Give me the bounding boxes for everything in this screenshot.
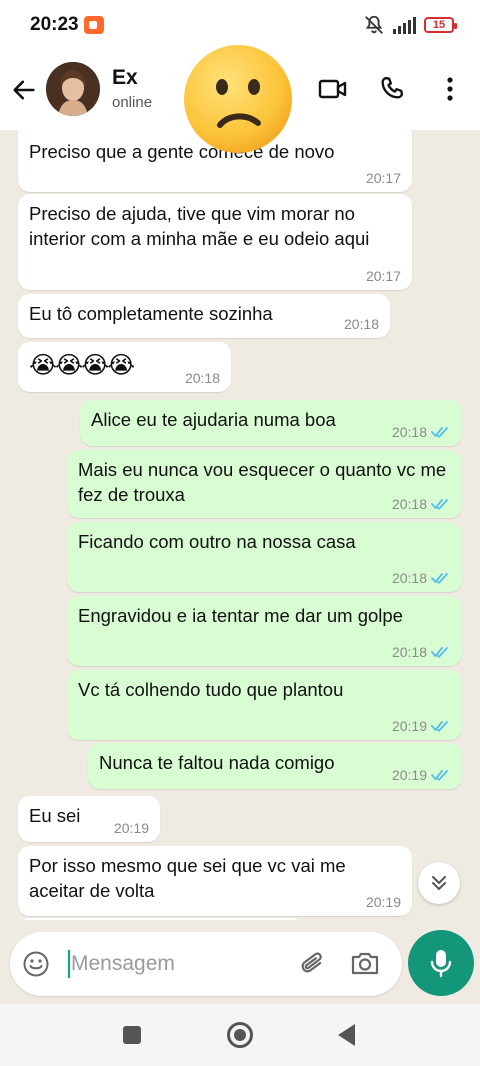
message-meta: 20:19 <box>114 820 149 836</box>
message-time: 20:17 <box>365 170 401 186</box>
message-incoming[interactable]: 😭😭😭😭 20:18 <box>18 342 231 392</box>
message-text: Preciso de ajuda, tive que vim morar no … <box>29 203 370 249</box>
message-incoming[interactable]: Eu sei 20:19 <box>18 796 160 842</box>
message-outgoing[interactable]: Engravidou e ia tentar me dar um golpe 2… <box>67 596 462 666</box>
message-outgoing[interactable]: Vc tá colhendo tudo que plantou 20:19 <box>67 670 462 740</box>
read-ticks-icon <box>431 647 448 658</box>
message-meta: 20:18 <box>392 644 451 660</box>
message-input[interactable]: Mensagem <box>71 952 175 976</box>
message-text: Engravidou e ia tentar me dar um golpe <box>78 605 403 626</box>
message-time: 20:19 <box>391 718 427 734</box>
read-ticks-icon <box>431 499 448 510</box>
message-outgoing[interactable]: Nunca te faltou nada comigo 20:19 <box>88 743 462 789</box>
arrow-left-icon[interactable] <box>10 76 38 104</box>
message-meta: 20:17 <box>366 268 401 284</box>
avatar[interactable] <box>46 62 100 116</box>
avatar-portrait <box>46 62 100 116</box>
message-meta: 20:19 <box>392 718 451 734</box>
message-outgoing[interactable]: Alice eu te ajudaria numa boa 20:18 <box>80 400 462 446</box>
message-meta: 20:18 <box>344 316 379 332</box>
message-outgoing[interactable]: Ficando com outro na nossa casa 20:18 <box>67 522 462 592</box>
message-text: Por isso mesmo que sei que vc vai me ace… <box>29 855 351 901</box>
message-time: 20:18 <box>391 644 427 660</box>
read-ticks-icon <box>431 721 448 732</box>
paperclip-icon[interactable] <box>298 948 328 980</box>
message-time: 20:19 <box>365 894 401 910</box>
read-ticks-icon <box>431 770 448 781</box>
video-call-icon[interactable] <box>318 76 348 102</box>
confused-face-emoji <box>184 45 292 153</box>
scroll-to-bottom-button[interactable] <box>418 862 460 904</box>
contact-status: online <box>112 94 153 111</box>
message-list[interactable]: Preciso que a gente comece de novo 20:17… <box>0 130 480 920</box>
message-time: 20:19 <box>391 767 427 783</box>
contact-name[interactable]: Ex <box>112 66 138 90</box>
message-meta: 20:18 <box>392 424 451 440</box>
message-time: 20:19 <box>113 820 149 836</box>
mic-button[interactable] <box>408 930 474 996</box>
status-indicators: 15 <box>363 14 457 36</box>
phone-icon[interactable] <box>378 74 406 102</box>
emoji-icon[interactable] <box>22 950 50 978</box>
read-ticks-icon <box>431 573 448 584</box>
message-text: Eu tô completamente sozinha <box>29 303 273 324</box>
message-meta: 20:18 <box>185 370 220 386</box>
battery-icon: 15 <box>424 17 457 33</box>
home-button[interactable] <box>227 1022 253 1048</box>
read-ticks-icon <box>431 427 448 438</box>
screen-record-icon <box>84 16 104 34</box>
double-chevron-down-icon <box>432 876 446 890</box>
mute-icon <box>365 15 383 34</box>
message-incoming[interactable]: Eu tô completamente sozinha 20:18 <box>18 294 390 338</box>
text-cursor <box>68 950 70 978</box>
more-vert-icon[interactable] <box>440 74 460 104</box>
message-meta: 20:17 <box>366 170 401 186</box>
mic-icon <box>430 950 452 978</box>
message-meta: 20:18 <box>392 496 451 512</box>
battery-level: 15 <box>432 19 446 31</box>
recent-apps-button[interactable] <box>123 1026 141 1044</box>
message-time: 20:18 <box>184 370 220 386</box>
message-incoming[interactable]: Por isso mesmo que sei que vc vai me ace… <box>18 846 412 916</box>
message-composer[interactable]: Mensagem <box>10 932 402 996</box>
message-outgoing[interactable]: Mais eu nunca vou esquecer o quanto vc m… <box>67 450 462 518</box>
status-time: 20:23 <box>30 14 79 35</box>
signal-icon <box>393 16 416 34</box>
message-time: 20:18 <box>343 316 379 332</box>
message-time: 20:17 <box>365 268 401 284</box>
message-text: Vc tá colhendo tudo que plantou <box>78 679 344 700</box>
message-time: 20:18 <box>391 496 427 512</box>
message-meta: 20:18 <box>392 570 451 586</box>
message-meta: 20:19 <box>392 767 451 783</box>
message-text: Ficando com outro na nossa casa <box>78 531 356 552</box>
message-time: 20:18 <box>391 570 427 586</box>
camera-icon[interactable] <box>350 949 380 977</box>
message-meta: 20:19 <box>366 894 401 910</box>
message-incoming-partial[interactable] <box>18 918 304 920</box>
back-button[interactable] <box>338 1024 355 1046</box>
system-nav-bar <box>0 1004 480 1066</box>
message-time: 20:18 <box>391 424 427 440</box>
message-incoming[interactable]: Preciso de ajuda, tive que vim morar no … <box>18 194 412 290</box>
